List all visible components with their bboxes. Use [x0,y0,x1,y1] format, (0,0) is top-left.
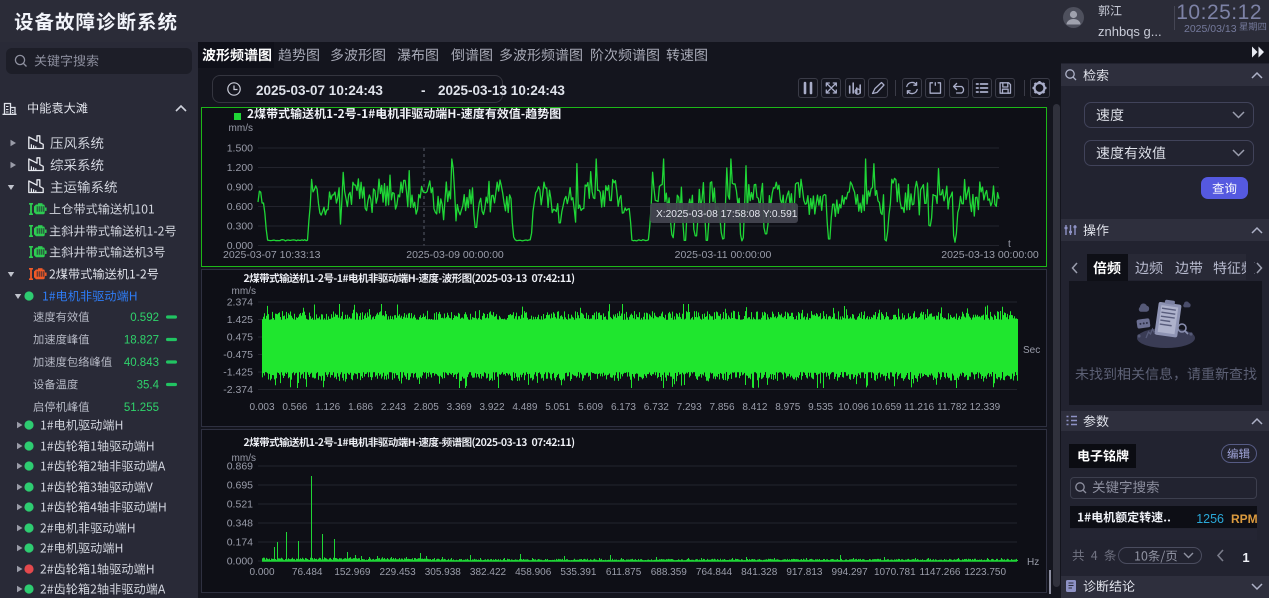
svg-text:11.782: 11.782 [937,402,967,413]
svg-text:6.173: 6.173 [611,402,636,413]
svg-text:40.843: 40.843 [124,357,159,369]
svg-text:2025-03-11 00:00:00: 2025-03-11 00:00:00 [675,249,772,261]
svg-text:458.906: 458.906 [515,567,552,578]
svg-text:mm/s: mm/s [232,286,256,297]
svg-text:3.922: 3.922 [480,402,505,413]
svg-text:1.200: 1.200 [227,162,253,174]
svg-text:1070.781: 1070.781 [874,567,916,578]
svg-text:2.374: 2.374 [227,297,253,309]
svg-text:0.592: 0.592 [130,312,159,324]
svg-text:8.412: 8.412 [742,402,767,413]
svg-text:688.359: 688.359 [651,567,688,578]
svg-text:5.051: 5.051 [545,402,570,413]
svg-text:0.900: 0.900 [227,182,253,194]
svg-text:Sec: Sec [1023,345,1040,356]
svg-text:7.293: 7.293 [677,402,702,413]
svg-text:10.096: 10.096 [838,402,869,413]
svg-text:1.425: 1.425 [227,314,253,326]
svg-text:9.535: 9.535 [808,402,833,413]
svg-text:0.600: 0.600 [227,201,253,213]
svg-text:0.000: 0.000 [249,567,274,578]
svg-text:382.422: 382.422 [470,567,507,578]
svg-text:2.243: 2.243 [381,402,406,413]
svg-text:0.475: 0.475 [227,332,253,344]
svg-text:0.566: 0.566 [282,402,307,413]
svg-text:0.300: 0.300 [227,221,253,233]
svg-text:10.659: 10.659 [871,402,902,413]
svg-text:mm/s: mm/s [232,453,256,464]
svg-text:0.003: 0.003 [249,402,274,413]
svg-text:76.484: 76.484 [292,567,323,578]
svg-text:Hz: Hz [1027,557,1039,568]
svg-text:t: t [1008,239,1011,250]
svg-text:4.489: 4.489 [512,402,537,413]
svg-text:1.126: 1.126 [315,402,340,413]
svg-text:1147.266: 1147.266 [920,567,961,578]
svg-text:1223.750: 1223.750 [964,567,1006,578]
svg-text:0.174: 0.174 [227,537,253,549]
svg-text:7.856: 7.856 [710,402,735,413]
svg-text:0.521: 0.521 [227,499,253,511]
svg-text:152.969: 152.969 [334,567,371,578]
svg-text:1.686: 1.686 [348,402,373,413]
svg-text:-1.425: -1.425 [223,367,253,379]
svg-text:mm/s: mm/s [229,123,253,134]
svg-text:2025-03-09 00:00:00: 2025-03-09 00:00:00 [406,249,504,261]
svg-text:917.813: 917.813 [786,567,823,578]
svg-text:5.609: 5.609 [578,402,603,413]
svg-text:2.805: 2.805 [414,402,439,413]
svg-text:35.4: 35.4 [137,380,160,392]
svg-text:8.975: 8.975 [775,402,800,413]
svg-text:-0.475: -0.475 [223,349,253,361]
svg-text:2025-03-07 10:33:13: 2025-03-07 10:33:13 [223,249,321,261]
svg-text:305.938: 305.938 [425,567,462,578]
svg-text:12.339: 12.339 [970,402,1001,413]
svg-text:535.391: 535.391 [560,567,597,578]
svg-text:0.695: 0.695 [227,480,253,492]
svg-text:994.297: 994.297 [832,567,869,578]
svg-text:6.732: 6.732 [644,402,669,413]
svg-text:764.844: 764.844 [696,567,733,578]
svg-text:0.348: 0.348 [227,518,253,530]
svg-text:0.000: 0.000 [227,556,253,568]
svg-text:3.369: 3.369 [447,402,472,413]
svg-text:611.875: 611.875 [606,567,642,578]
svg-text:1.500: 1.500 [227,143,253,155]
svg-text:18.827: 18.827 [124,335,159,347]
svg-text:X:2025-03-08 17:58:08 Y:0.591: X:2025-03-08 17:58:08 Y:0.591 [656,209,798,220]
svg-text:51.255: 51.255 [124,402,159,414]
svg-text:-2.374: -2.374 [223,384,253,396]
svg-text:229.453: 229.453 [380,567,417,578]
svg-text:2025-03-13 00:00:00: 2025-03-13 00:00:00 [941,249,1039,261]
svg-text:11.216: 11.216 [904,402,934,413]
svg-text:841.328: 841.328 [741,567,778,578]
